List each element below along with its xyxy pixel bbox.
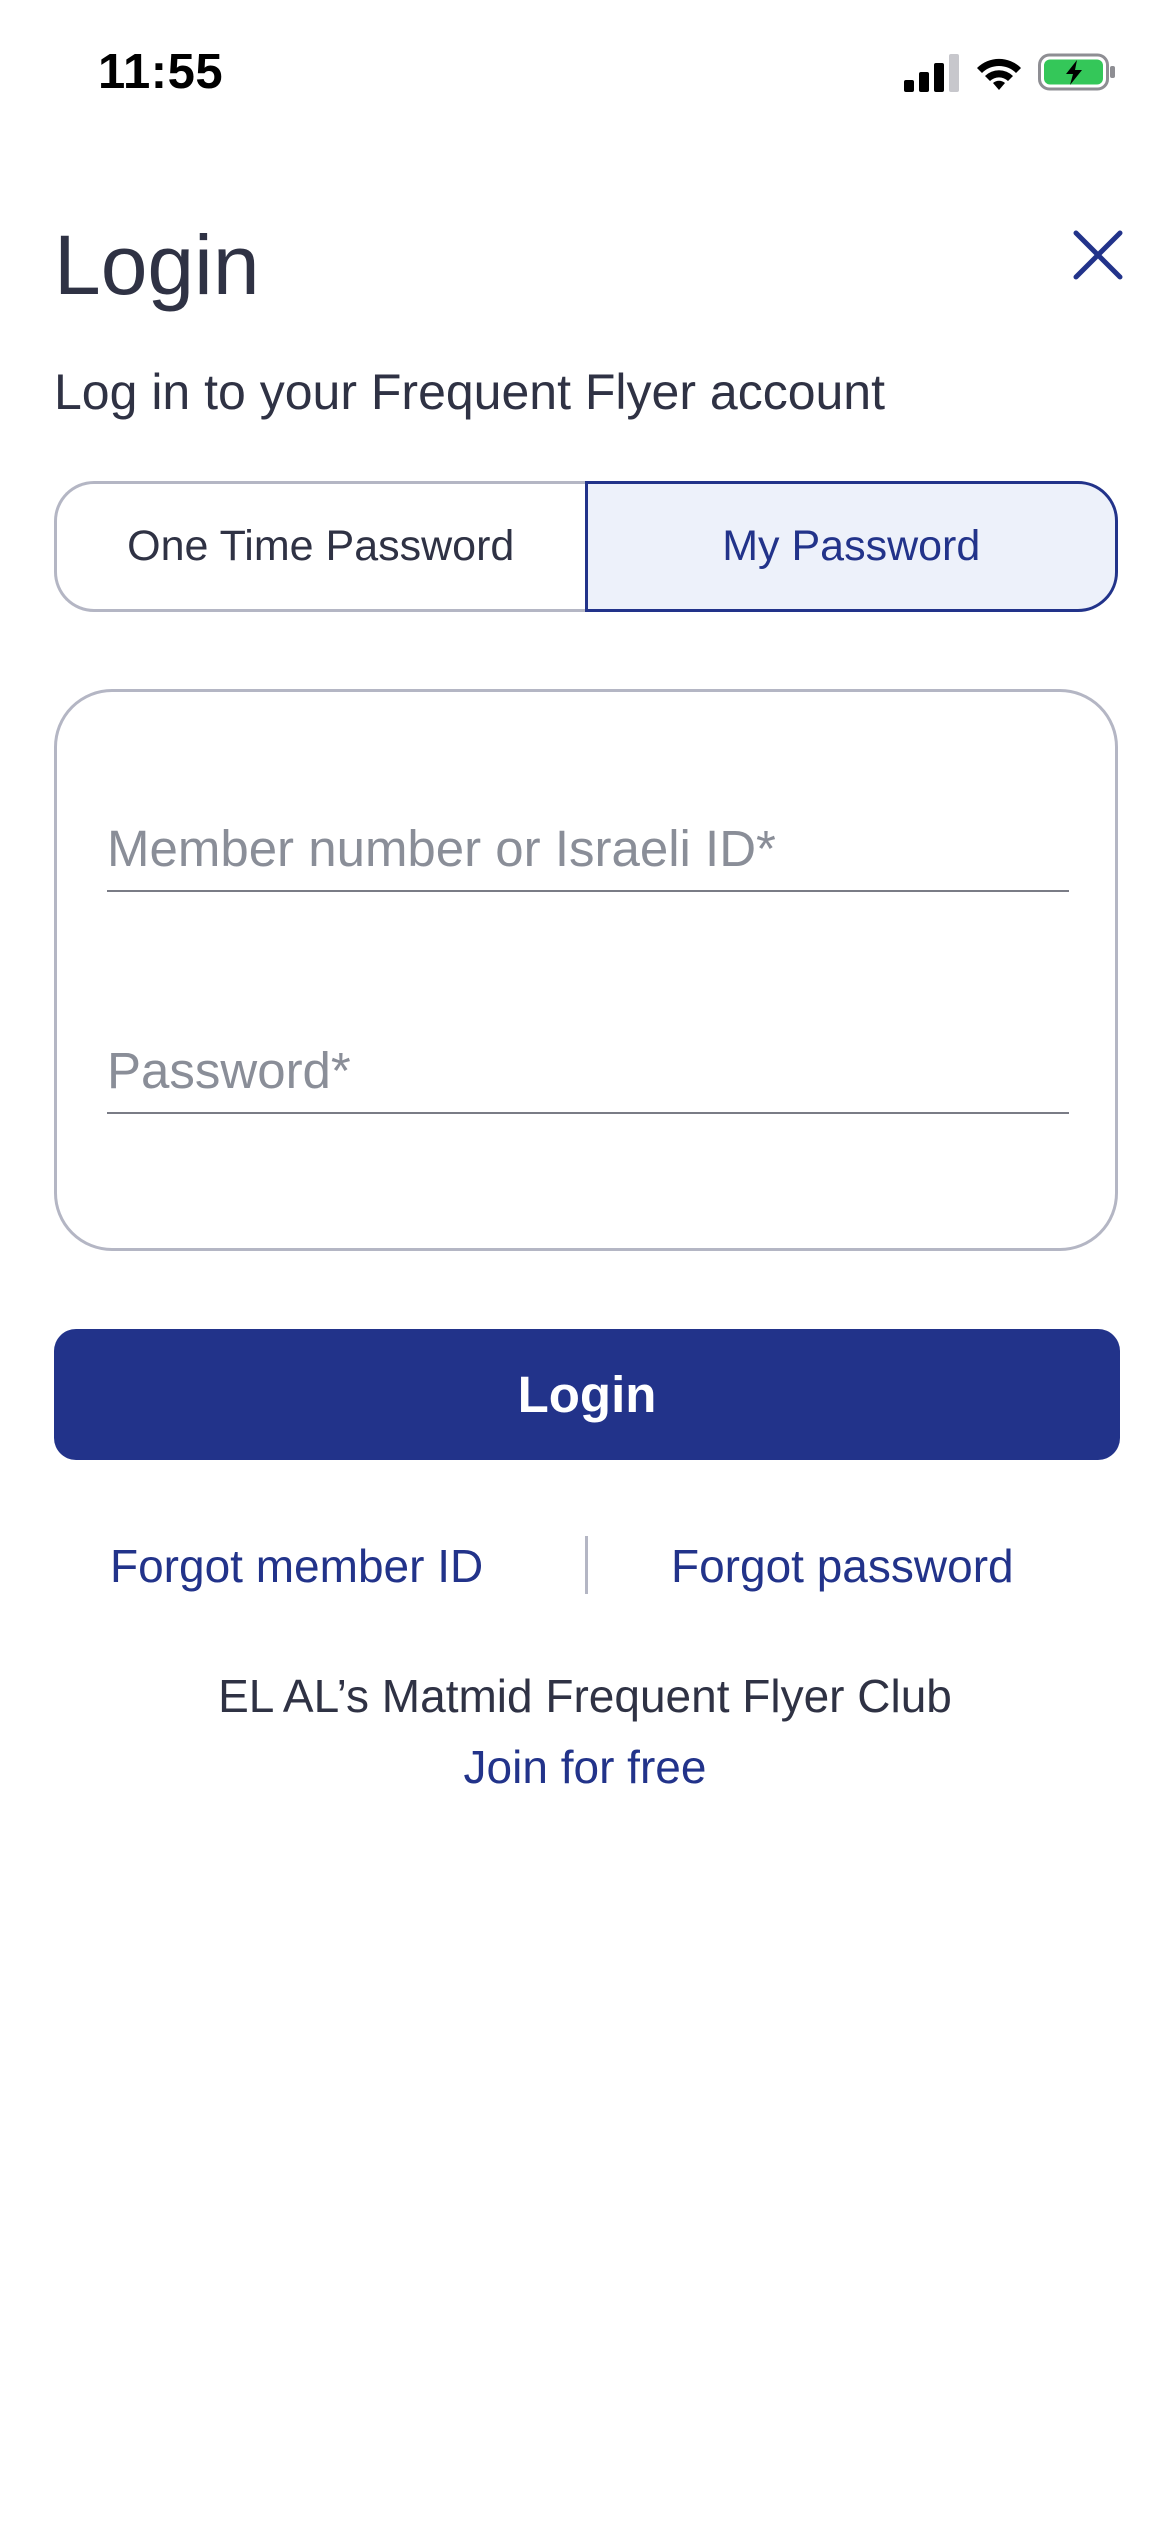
login-method-tabs: One Time Password My Password [54, 481, 1118, 612]
tab-one-time-password[interactable]: One Time Password [54, 481, 585, 612]
links-divider [585, 1536, 588, 1594]
page-subtitle: Log in to your Frequent Flyer account [54, 364, 886, 420]
member-id-input[interactable] [107, 806, 1069, 890]
login-button[interactable]: Login [54, 1329, 1120, 1460]
close-button[interactable] [1065, 222, 1131, 288]
status-icons [904, 52, 1118, 97]
status-bar: 11:55 [0, 0, 1170, 150]
password-input[interactable] [107, 1028, 1069, 1112]
wifi-icon [974, 52, 1024, 97]
login-form-card [54, 689, 1118, 1251]
status-time: 11:55 [98, 45, 224, 99]
join-for-free-link[interactable]: Join for free [0, 1740, 1170, 1794]
password-field [107, 1028, 1069, 1114]
club-name: EL AL’s Matmid Frequent Flyer Club [218, 1670, 952, 1722]
forgot-password-link[interactable]: Forgot password [671, 1539, 1014, 1593]
battery-charging-icon [1038, 52, 1118, 97]
member-id-field [107, 806, 1069, 892]
close-icon [1073, 230, 1123, 280]
tab-my-password[interactable]: My Password [584, 481, 1118, 612]
cellular-signal-icon [904, 52, 960, 97]
forgot-member-id-link[interactable]: Forgot member ID [110, 1539, 483, 1593]
page-title: Login [54, 218, 260, 312]
